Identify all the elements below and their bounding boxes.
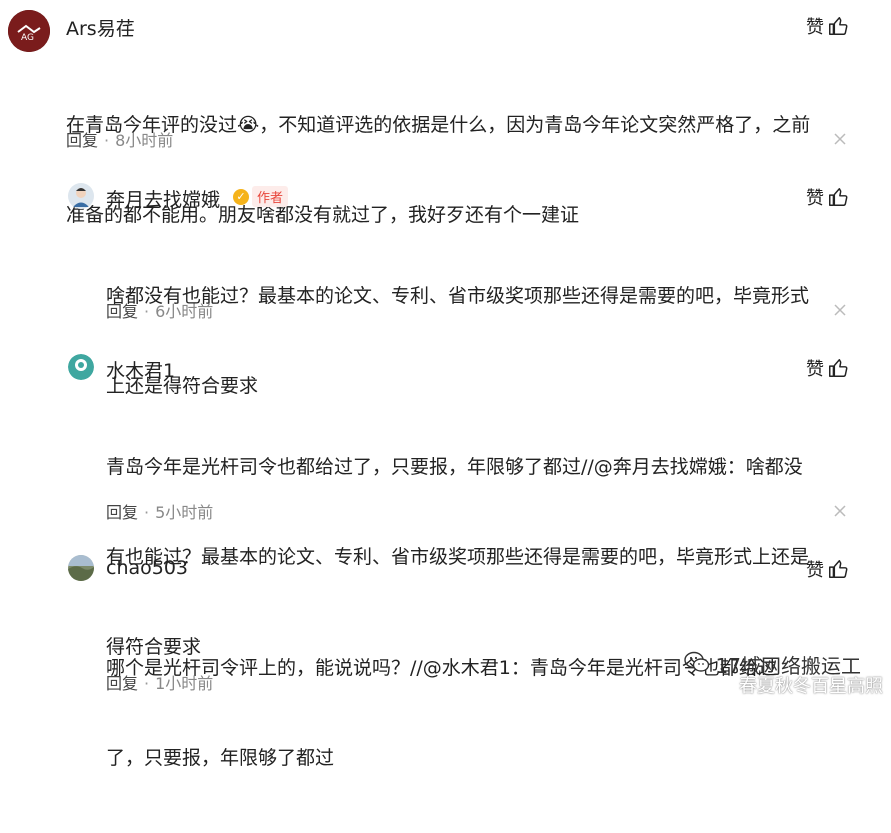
separator-dot: · bbox=[144, 302, 150, 321]
comment-text-line: 啥都没有也能过？最基本的论文、专利、省市级奖项那些还得是需要的吧，毕竟形式 bbox=[106, 285, 810, 307]
comment-text-line: 有也能过？最基本的论文、专利、省市级奖项那些还得是需要的吧，毕竟形式上还是 bbox=[106, 546, 810, 568]
thumbs-up-icon bbox=[827, 357, 849, 379]
timestamp: 1小时前 bbox=[155, 674, 214, 693]
wechat-icon bbox=[683, 651, 710, 678]
comment-text-line: 在青岛今年评的没过😭，不知道评选的依据是什么，因为青岛今年论文突然严格了，之前 bbox=[66, 114, 811, 136]
like-button[interactable]: 赞 bbox=[806, 184, 849, 210]
thumbs-up-icon bbox=[827, 186, 849, 208]
like-button[interactable]: 赞 bbox=[806, 13, 849, 39]
thumbs-up-icon bbox=[827, 558, 849, 580]
separator-dot: · bbox=[104, 131, 110, 150]
close-icon[interactable] bbox=[833, 131, 847, 145]
comment-meta: 回复 · 1小时前 bbox=[106, 670, 213, 694]
reply-button[interactable]: 回复 bbox=[106, 503, 138, 522]
reply-button[interactable]: 回复 bbox=[106, 302, 138, 321]
close-icon[interactable] bbox=[833, 302, 847, 316]
comment-meta: 回复 · 6小时前 bbox=[106, 298, 213, 322]
timestamp: 6小时前 bbox=[155, 302, 214, 321]
verified-badge-icon: ✓ bbox=[233, 189, 249, 205]
like-label: 赞 bbox=[806, 359, 824, 380]
username[interactable]: 奔月去找嫦娥 bbox=[106, 185, 220, 212]
reply-button[interactable]: 回复 bbox=[106, 674, 138, 693]
avatar[interactable] bbox=[68, 354, 94, 380]
comment-text-line: 了，只要报，年限够了都过 bbox=[106, 747, 335, 769]
avatar[interactable]: AG bbox=[8, 10, 50, 52]
like-button[interactable]: 赞 bbox=[806, 556, 849, 582]
comment-meta: 回复 · 5小时前 bbox=[106, 499, 213, 523]
avatar[interactable] bbox=[68, 555, 94, 581]
timestamp: 8小时前 bbox=[115, 131, 174, 150]
username[interactable]: 水木君1 bbox=[106, 356, 175, 383]
close-icon[interactable] bbox=[833, 503, 847, 517]
watermark-subtext: 春夏秋冬百星高照 bbox=[739, 676, 883, 697]
like-button[interactable]: 赞 bbox=[806, 355, 849, 381]
comment-text-line: 青岛今年是光杆司令也都给过了，只要报，年限够了都过//@奔月去找嫦娥：啥都没 bbox=[106, 456, 803, 478]
separator-dot: · bbox=[144, 503, 150, 522]
comment-text: 哪个是光杆司令评上的，能说说吗？//@水木君1：青岛今年是光杆司令也都给过 了，… bbox=[106, 593, 866, 833]
author-tag: 作者 bbox=[252, 186, 289, 207]
reply-button[interactable]: 回复 bbox=[66, 131, 98, 150]
like-label: 赞 bbox=[806, 560, 824, 581]
thumbs-up-icon bbox=[827, 15, 849, 37]
username[interactable]: Ars易荏 bbox=[66, 14, 135, 41]
avatar[interactable] bbox=[68, 183, 94, 209]
like-label: 赞 bbox=[806, 188, 824, 209]
separator-dot: · bbox=[144, 674, 150, 693]
like-label: 赞 bbox=[806, 17, 824, 38]
comment-meta: 回复 · 8小时前 bbox=[66, 127, 173, 151]
timestamp: 5小时前 bbox=[155, 503, 214, 522]
username[interactable]: chao503 bbox=[106, 557, 188, 579]
svg-text:AG: AG bbox=[21, 33, 34, 43]
